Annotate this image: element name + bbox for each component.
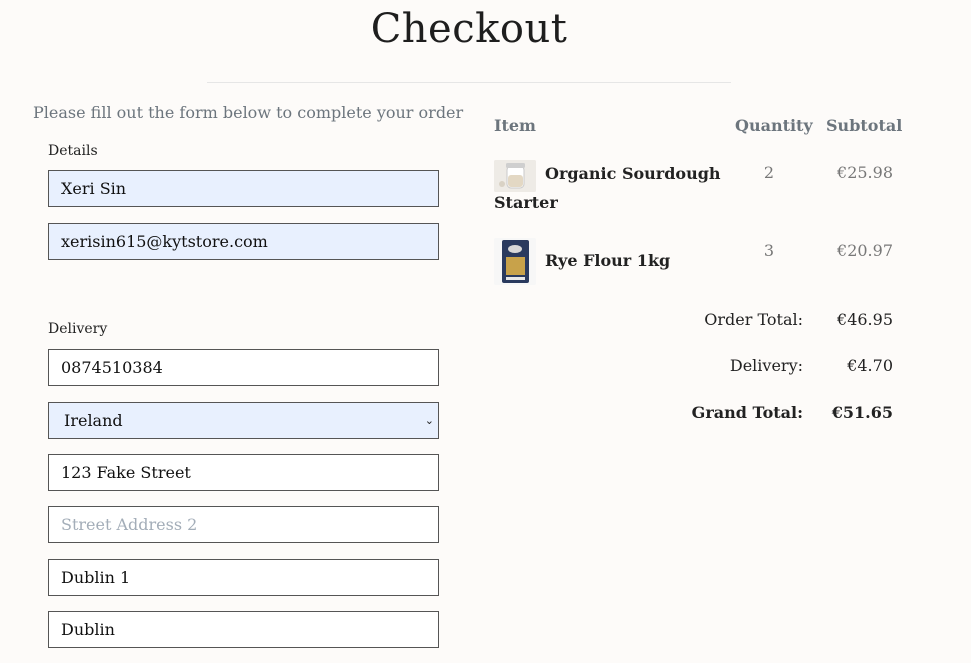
grand-total-value: €51.65 — [831, 403, 893, 422]
chevron-down-icon: ⌄ — [424, 414, 434, 427]
grand-total-label: Grand Total: — [691, 403, 803, 422]
item-column-header: Item — [494, 116, 536, 135]
item-quantity: 3 — [763, 241, 775, 260]
delivery-section-label: Delivery — [48, 321, 108, 337]
phone-number-field[interactable]: 0874510384 — [48, 349, 439, 386]
delivery-cost-value: €4.70 — [847, 356, 893, 375]
order-total-label: Order Total: — [704, 310, 803, 329]
quantity-column-header: Quantity — [735, 116, 813, 135]
form-intro-text: Please fill out the form below to comple… — [33, 103, 464, 122]
country-select-value: Ireland — [64, 411, 123, 430]
item-name-sourdough-line1: Organic Sourdough — [545, 164, 721, 183]
email-field[interactable]: xerisin615@kytstore.com — [48, 223, 439, 260]
town-city-field[interactable]: Dublin 1 — [48, 559, 439, 596]
item-name-rye-flour: Rye Flour 1kg — [545, 251, 671, 270]
street-address-1-field[interactable]: 123 Fake Street — [48, 454, 439, 491]
item-quantity: 2 — [763, 163, 775, 182]
street-address-2-field[interactable]: Street Address 2 — [48, 506, 439, 543]
order-total-value: €46.95 — [837, 310, 893, 329]
delivery-cost-label: Delivery: — [729, 356, 803, 375]
rye-flour-thumbnail[interactable] — [494, 238, 536, 285]
title-divider — [207, 82, 731, 83]
item-name-sourdough-line2: Starter — [494, 193, 558, 212]
item-subtotal: €25.98 — [837, 163, 893, 182]
page-title: Checkout — [370, 6, 568, 52]
country-select[interactable]: Ireland ⌄ — [48, 402, 439, 439]
full-name-field[interactable]: Xeri Sin — [48, 170, 439, 207]
item-subtotal: €20.97 — [837, 241, 893, 260]
county-field[interactable]: Dublin — [48, 611, 439, 648]
subtotal-column-header: Subtotal — [826, 116, 903, 135]
details-section-label: Details — [48, 143, 98, 159]
